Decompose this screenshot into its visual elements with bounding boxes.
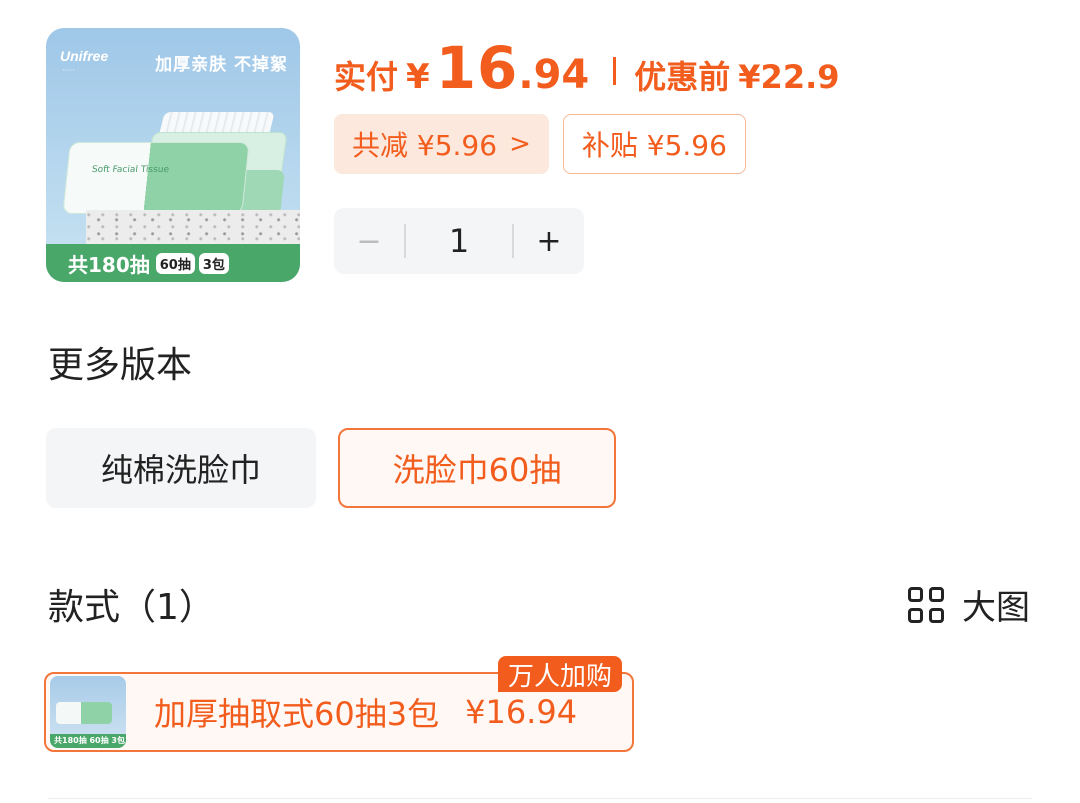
original-price: ¥22.9 [738,58,840,96]
version-option-60-sheets[interactable]: 洗脸巾60抽 [338,428,616,508]
brand-logo: Unifree [60,48,109,64]
bottom-divider [48,798,1032,799]
total-discount-text: 共减 ¥5.96 [352,129,498,162]
subsidy-text: 补贴 ¥5.96 [581,129,727,162]
packs-chip: 3包 [198,252,229,274]
brand-subtext: ····· [62,66,75,75]
style-thumbnail: 共180抽 60抽 3包 [50,676,126,748]
sku-selector-panel: Unifree ····· 加厚亲肤 不掉絮 Soft Facial Tissu… [0,0,1080,803]
grid-icon [908,586,944,623]
version-option-cotton[interactable]: 纯棉洗脸巾 [46,428,316,508]
total-discount-chip[interactable]: 共减 ¥5.96 > [334,114,549,174]
pack-count-bar: 共180抽 60抽 3包 [46,244,300,282]
versions-title: 更多版本 [48,345,193,386]
count-chip: 60抽 [155,252,195,274]
price-decimal: .94 [518,52,590,98]
increase-quantity-button[interactable]: + [514,208,584,274]
total-count: 共180抽 [68,252,150,277]
chevron-right-icon: > [509,129,531,159]
price-integer: 16 [435,34,519,102]
style-name: 加厚抽取式60抽3包 [154,695,440,733]
large-view-toggle[interactable]: 大图 [908,580,1030,629]
styles-title: 款式（1） [48,587,215,628]
quantity-stepper: − 1 + [334,208,584,274]
large-view-label: 大图 [962,588,1030,628]
price-line: 实付 ¥ 16 .94 优惠前 ¥22.9 [334,34,840,108]
style-price: ¥16.94 [465,693,578,731]
product-image[interactable]: Unifree ····· 加厚亲肤 不掉絮 Soft Facial Tissu… [46,28,300,282]
currency-symbol: ¥ [406,57,430,97]
product-slogan: 加厚亲肤 不掉絮 [155,55,288,75]
paid-label: 实付 [334,58,399,96]
tissue-pack-front: Soft Facial Tissue [62,142,250,214]
price-separator [613,57,617,85]
quantity-value[interactable]: 1 [406,222,512,260]
original-price-label: 优惠前 [634,58,731,96]
discount-chips: 共减 ¥5.96 > 补贴 ¥5.96 [334,114,746,174]
subsidy-chip: 补贴 ¥5.96 [562,114,746,174]
pack-text: Soft Facial Tissue [91,165,170,175]
decrease-quantity-button[interactable]: − [334,208,404,274]
popular-badge: 万人加购 [498,656,623,692]
mini-pack-graphic [56,702,112,724]
mini-count-bar: 共180抽 60抽 3包 [50,734,126,748]
